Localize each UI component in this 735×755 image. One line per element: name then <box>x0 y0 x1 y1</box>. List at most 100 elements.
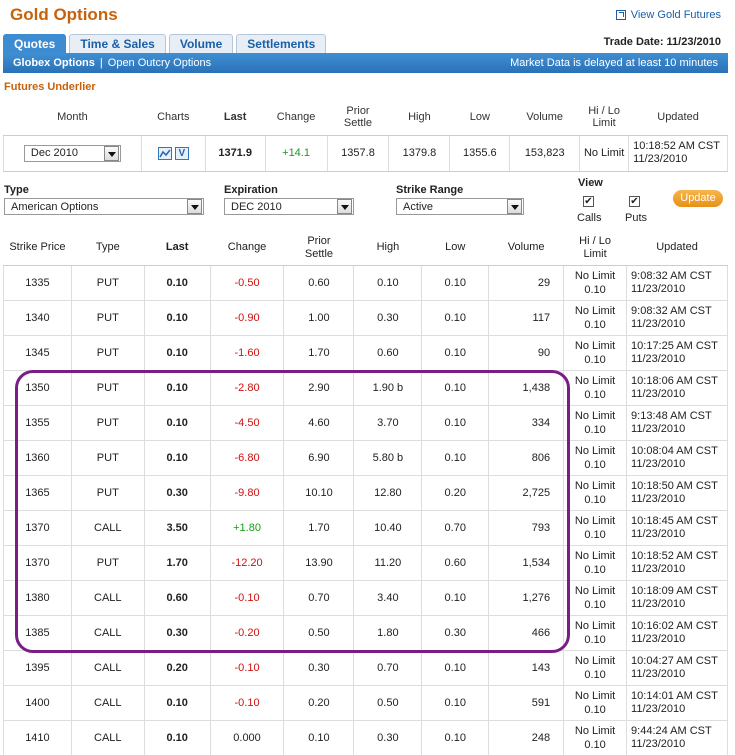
updated-date: 11/23/2010 <box>631 282 686 295</box>
table-row: 1380 CALL 0.60 -0.10 0.70 3.40 0.10 1,276 No Lim… <box>3 580 728 616</box>
puts-checkbox[interactable]: ✔ <box>629 196 640 207</box>
view-gold-futures-label[interactable]: View Gold Futures <box>631 9 721 21</box>
type-label: Type <box>4 184 29 196</box>
volume-cell: 90 <box>488 335 565 371</box>
line-chart-icon[interactable] <box>157 146 172 160</box>
globex-options-link[interactable]: Globex Options <box>13 57 95 69</box>
updated-date: 11/23/2010 <box>631 702 686 715</box>
tab-time-and-sales[interactable]: Time & Sales <box>69 34 166 53</box>
header-month: Month <box>3 99 142 136</box>
header-prior-settle: Prior Settle <box>327 99 389 136</box>
last-cell: 0.10 <box>144 685 211 721</box>
type-select[interactable]: American Options <box>4 198 204 215</box>
change-cell: -0.50 <box>210 265 285 301</box>
volume-chart-icon[interactable]: V <box>174 146 189 160</box>
futures-table: Month Charts Last Change Prior Settle Hi… <box>3 99 728 172</box>
calls-checkbox[interactable]: ✔ <box>583 196 594 207</box>
strike-range-select[interactable]: Active <box>396 198 524 215</box>
updated-time: 10:17:25 AM CST <box>631 339 718 352</box>
header-hi-lo-limit: Hi / Lo Limit <box>579 99 629 136</box>
updated-cell: 10:18:50 AM CST 11/23/2010 <box>626 475 728 511</box>
strike-cell: 1350 <box>3 370 72 406</box>
high-cell: 3.40 <box>353 580 423 616</box>
dropdown-arrow-icon[interactable] <box>337 199 352 214</box>
expiration-select-value: DEC 2010 <box>231 200 282 213</box>
table-row: 1355 PUT 0.10 -4.50 4.60 3.70 0.10 334 No Limit 0… <box>3 405 728 441</box>
month-select[interactable]: Dec 2010 <box>23 144 121 162</box>
limit-value: 0.10 <box>584 318 606 331</box>
tab-volume[interactable]: Volume <box>168 34 234 53</box>
updated-date: 11/23/2010 <box>631 667 686 680</box>
expiration-select[interactable]: DEC 2010 <box>224 198 354 215</box>
prior-settle-cell: 4.60 <box>283 405 355 441</box>
table-row: 1335 PUT 0.10 -0.50 0.60 0.10 0.10 29 No Limit 0.… <box>3 265 728 301</box>
view-label: View <box>578 177 603 189</box>
updated-time: 9:44:24 AM CST <box>631 724 712 737</box>
limit-text: No Limit <box>574 724 616 737</box>
strike-cell: 1400 <box>3 685 72 721</box>
tab-quotes[interactable]: Quotes <box>3 34 67 53</box>
limit-text: No Limit <box>574 514 616 527</box>
last-cell: 0.10 <box>144 405 211 441</box>
table-row: 1395 CALL 0.20 -0.10 0.30 0.70 0.10 143 No Limit… <box>3 650 728 686</box>
view-gold-futures-link[interactable]: View Gold Futures <box>615 9 721 21</box>
change-cell: -0.20 <box>210 615 285 651</box>
volume-cell: 2,725 <box>488 475 565 511</box>
external-link-icon <box>615 10 626 20</box>
header-change: Change <box>210 231 284 266</box>
futures-underlier-title: Futures Underlier <box>4 81 96 93</box>
low-cell: 0.30 <box>421 615 490 651</box>
options-body: 1335 PUT 0.10 -0.50 0.60 0.10 0.10 29 No Limit 0.… <box>3 265 728 755</box>
limit-text: No Limit <box>574 689 616 702</box>
limit-value: 0.10 <box>584 493 606 506</box>
updated-date: 11/23/2010 <box>631 492 686 505</box>
strike-cell: 1360 <box>3 440 72 476</box>
low-cell: 0.10 <box>421 720 490 755</box>
type-cell: CALL <box>71 615 145 651</box>
header-prior-settle: Prior Settle <box>283 231 354 266</box>
dropdown-arrow-icon[interactable] <box>507 199 522 214</box>
type-cell: PUT <box>71 440 145 476</box>
limit-cell: No Limit 0.10 <box>563 580 628 616</box>
limit-cell: No Limit 0.10 <box>563 300 628 336</box>
volume-cell: 248 <box>488 720 565 755</box>
prior-settle-cell: 2.90 <box>283 370 355 406</box>
high-cell: 0.30 <box>353 300 423 336</box>
dropdown-arrow-icon[interactable] <box>187 199 202 214</box>
low-cell: 0.10 <box>421 370 490 406</box>
futures-volume: 153,823 <box>509 135 581 172</box>
limit-cell: No Limit 0.10 <box>563 720 628 755</box>
calls-label: Calls <box>577 212 602 224</box>
low-cell: 0.20 <box>421 475 490 511</box>
updated-cell: 10:18:52 AM CST 11/23/2010 <box>626 545 728 581</box>
low-cell: 0.10 <box>421 300 490 336</box>
update-button[interactable]: Update <box>673 190 723 207</box>
header-low: Low <box>421 231 489 266</box>
updated-date: 11/23/2010 <box>631 527 686 540</box>
header-volume: Volume <box>488 231 564 266</box>
low-cell: 0.10 <box>421 335 490 371</box>
limit-cell: No Limit 0.10 <box>563 440 628 476</box>
updated-date: 11/23/2010 <box>631 632 686 645</box>
volume-cell: 466 <box>488 615 565 651</box>
updated-cell: 10:04:27 AM CST 11/23/2010 <box>626 650 728 686</box>
strike-cell: 1370 <box>3 545 72 581</box>
updated-cell: 10:16:02 AM CST 11/23/2010 <box>626 615 728 651</box>
prior-settle-cell: 0.20 <box>283 685 355 721</box>
limit-value: 0.10 <box>584 633 606 646</box>
table-row: 1350 PUT 0.10 -2.80 2.90 1.90 b 0.10 1,438 No Li… <box>3 370 728 406</box>
tab-settlements[interactable]: Settlements <box>236 34 327 53</box>
limit-text: No Limit <box>574 619 616 632</box>
futures-header-row: Month Charts Last Change Prior Settle Hi… <box>3 99 728 136</box>
limit-text: No Limit <box>574 549 616 562</box>
prior-settle-cell: 6.90 <box>283 440 355 476</box>
limit-cell: No Limit 0.10 <box>563 685 628 721</box>
prior-settle-cell: 0.70 <box>283 580 355 616</box>
last-cell: 0.10 <box>144 720 211 755</box>
prior-settle-cell: 1.70 <box>283 335 355 371</box>
type-cell: PUT <box>71 545 145 581</box>
dropdown-arrow-icon[interactable] <box>103 145 119 161</box>
volume-cell: 806 <box>488 440 565 476</box>
high-cell: 0.30 <box>353 720 423 755</box>
open-outcry-options-link[interactable]: Open Outcry Options <box>108 57 211 69</box>
